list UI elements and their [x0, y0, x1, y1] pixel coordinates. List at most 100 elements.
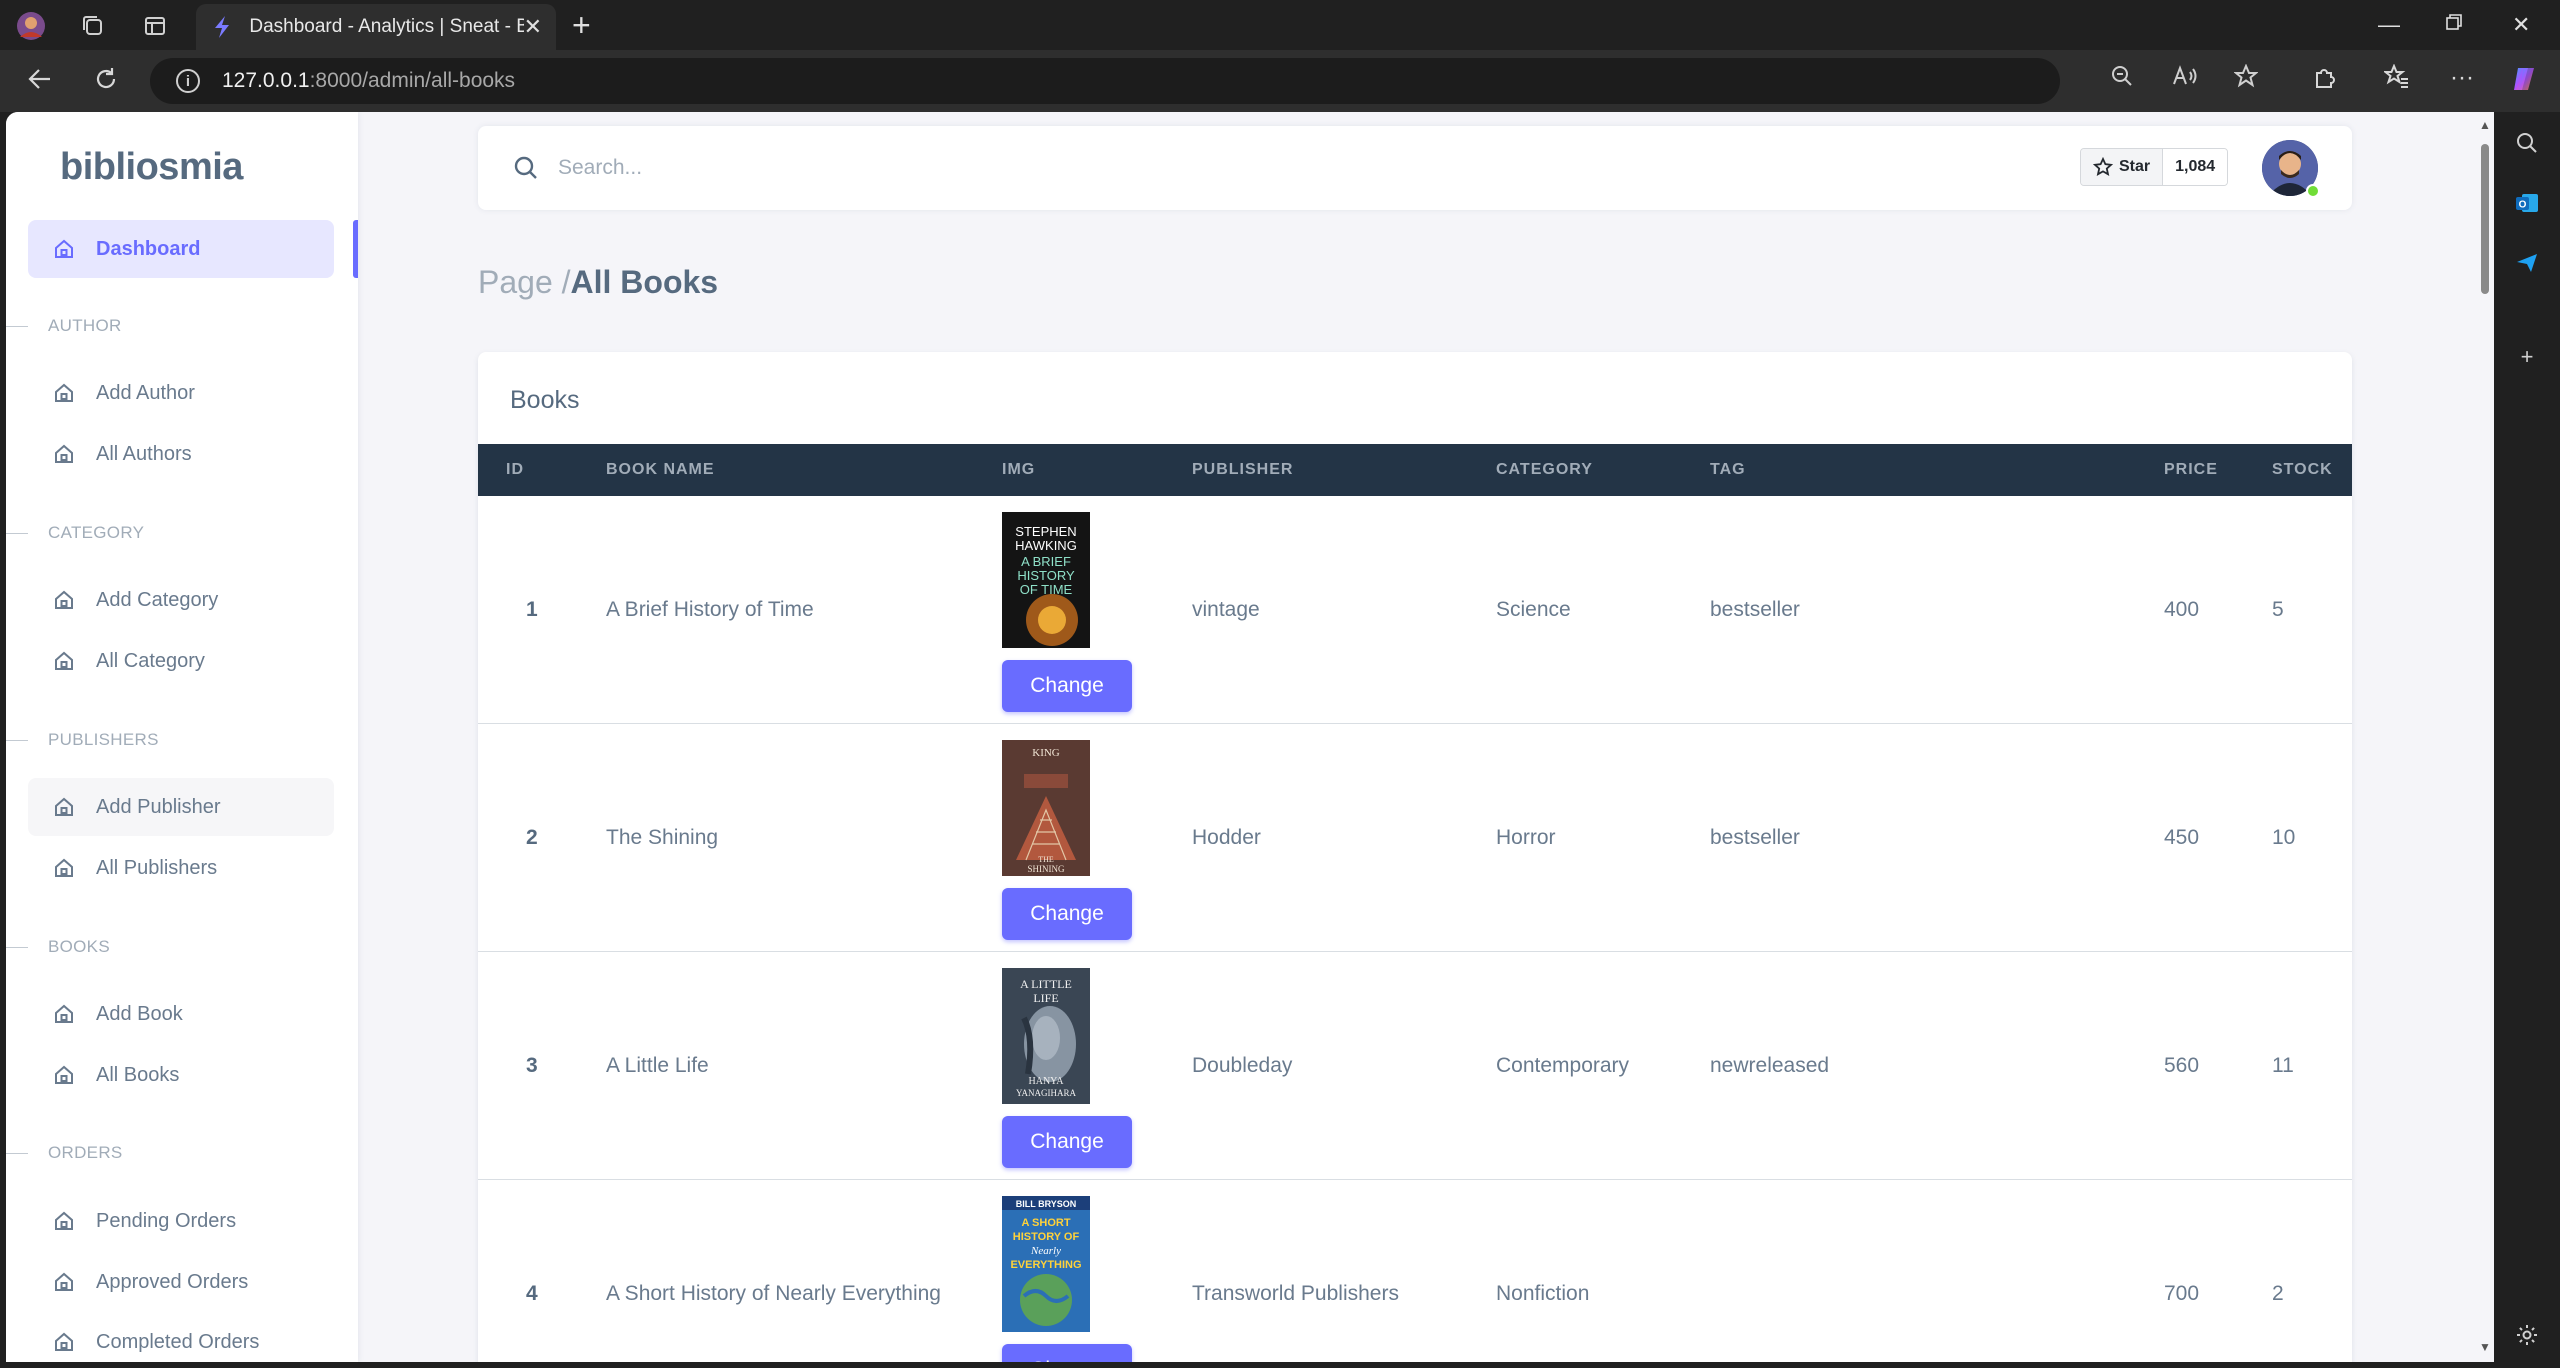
drop-icon[interactable] [2512, 248, 2542, 278]
vertical-tabs-icon[interactable] [140, 11, 170, 41]
sidebar-item-pending-orders[interactable]: Pending Orders [28, 1192, 334, 1250]
home-icon [52, 1330, 76, 1354]
refresh-icon[interactable] [92, 65, 120, 100]
home-icon [52, 856, 76, 880]
change-image-button[interactable]: Change [1002, 660, 1132, 712]
sidebar-item-dashboard[interactable]: Dashboard [28, 220, 334, 278]
cell-id: 1 [526, 598, 538, 621]
restore-icon[interactable] [2444, 12, 2464, 38]
cell-category: Nonfiction [1496, 1282, 1590, 1305]
brand-logo[interactable]: bibliosmia [60, 146, 243, 189]
favorite-star-icon[interactable] [2233, 63, 2259, 94]
star-icon [2093, 157, 2113, 176]
site-info-icon[interactable]: i [176, 69, 200, 93]
cell-book-name: The Shining [606, 826, 719, 849]
sidebar-item-label: Completed Orders [96, 1330, 260, 1353]
sidebar-item-approved-orders[interactable]: Approved Orders [28, 1253, 334, 1311]
scrollbar-thumb[interactable] [2481, 144, 2489, 294]
github-star-button[interactable]: Star 1,084 [2080, 148, 2229, 186]
cell-publisher: Hodder [1192, 826, 1261, 849]
cell-stock: 5 [2272, 598, 2284, 621]
favorites-icon[interactable] [2382, 63, 2410, 97]
sidebar-item-label: All Category [96, 649, 205, 672]
search-sidebar-icon[interactable] [2512, 128, 2542, 158]
new-tab-icon[interactable]: + [572, 9, 591, 41]
sidebar-item-all-publishers[interactable]: All Publishers [28, 839, 334, 897]
change-image-button[interactable]: Change [1002, 1344, 1132, 1362]
svg-text:SHINING: SHINING [1028, 864, 1065, 874]
address-bar[interactable]: i 127.0.0.1:8000/admin/all-books [150, 58, 2060, 104]
home-icon [52, 649, 76, 673]
cell-price: 400 [2164, 598, 2200, 621]
workspaces-icon[interactable] [78, 11, 108, 41]
sidebar-item-label: Add Publisher [96, 795, 221, 818]
minimize-icon[interactable]: — [2378, 12, 2400, 38]
sidebar-item-add-author[interactable]: Add Author [28, 364, 334, 422]
sidebar-settings-icon[interactable] [2512, 1320, 2542, 1350]
browser-tab-active[interactable]: Dashboard - Analytics | Sneat - Bo ✕ [196, 4, 556, 50]
book-cover-image: BILL BRYSON A SHORT HISTORY OF Nearly EV… [1002, 1196, 1090, 1332]
browser-titlebar: Dashboard - Analytics | Sneat - Bo ✕ + —… [0, 0, 2560, 50]
cell-stock: 10 [2272, 826, 2296, 849]
search-input[interactable] [558, 148, 1358, 188]
zoom-icon[interactable] [2110, 64, 2134, 94]
sidebar-item-label: Add Book [96, 1002, 183, 1025]
active-indicator [353, 220, 358, 278]
cell-price: 560 [2164, 1054, 2200, 1077]
sidebar-item-label: Dashboard [96, 237, 201, 260]
window-close-icon[interactable]: ✕ [2512, 12, 2530, 38]
github-star-label[interactable]: Star [2081, 149, 2164, 185]
section-category: CATEGORY [6, 523, 144, 543]
home-icon [52, 588, 76, 612]
sidebar-item-all-authors[interactable]: All Authors [28, 425, 334, 483]
page-viewport: bibliosmia Dashboard AUTHOR Add Author A… [6, 112, 2476, 1362]
svg-text:EVERYTHING: EVERYTHING [1010, 1259, 1081, 1271]
svg-text:BILL BRYSON: BILL BRYSON [1016, 1199, 1077, 1209]
sidebar-item-add-category[interactable]: Add Category [28, 571, 334, 629]
github-star-count[interactable]: 1,084 [2163, 149, 2228, 185]
cell-img: STEPHEN HAWKING A BRIEF HISTORY OF TIME … [1002, 512, 1132, 712]
top-navbar: Star 1,084 [478, 126, 2352, 210]
copilot-icon[interactable] [2510, 64, 2540, 101]
sidebar-item-add-book[interactable]: Add Book [28, 985, 334, 1043]
change-image-button[interactable]: Change [1002, 1116, 1132, 1168]
extensions-icon[interactable] [2312, 64, 2338, 97]
online-status-dot [2306, 184, 2320, 198]
table-row: 4 A Short History of Nearly Everything B… [478, 1180, 2352, 1362]
sneat-favicon-icon [210, 15, 233, 39]
url-host: 127.0.0.1 [222, 69, 310, 92]
cell-category: Contemporary [1496, 1054, 1630, 1077]
scroll-up-icon[interactable]: ▲ [2479, 118, 2491, 132]
cell-tag: bestseller [1710, 598, 1800, 621]
sidebar-item-add-publisher[interactable]: Add Publisher [28, 778, 334, 836]
svg-text:LIFE: LIFE [1033, 991, 1058, 1005]
tab-close-icon[interactable]: ✕ [524, 14, 542, 40]
url-text: 127.0.0.1:8000/admin/all-books [222, 69, 515, 93]
svg-text:THE: THE [1038, 855, 1054, 864]
cell-stock: 11 [2272, 1054, 2294, 1077]
book-cover-image: STEPHEN HAWKING A BRIEF HISTORY OF TIME [1002, 512, 1090, 648]
sidebar-item-label: Add Author [96, 381, 195, 404]
th-publisher: PUBLISHER [1192, 461, 1294, 478]
outlook-icon[interactable]: O [2512, 188, 2542, 218]
th-id: ID [506, 461, 524, 478]
table-header: ID BOOK NAME IMG PUBLISHER CATEGORY TAG … [478, 444, 2352, 496]
back-icon[interactable] [26, 65, 54, 100]
home-icon [52, 1063, 76, 1087]
sidebar-item-completed-orders[interactable]: Completed Orders [28, 1313, 334, 1362]
page-scrollbar[interactable]: ▲ ▼ [2476, 112, 2494, 1362]
cell-tag: newreleased [1710, 1054, 1830, 1077]
cell-img: A LITTLE LIFE HANYA YANAGIHARA Change [1002, 968, 1132, 1168]
more-menu-icon[interactable]: ··· [2450, 64, 2474, 92]
scroll-down-icon[interactable]: ▼ [2479, 1340, 2491, 1354]
cell-category: Science [1496, 598, 1571, 621]
profile-avatar-icon[interactable] [16, 11, 46, 41]
sidebar-item-all-books[interactable]: All Books [28, 1046, 334, 1104]
svg-text:YANAGIHARA: YANAGIHARA [1016, 1088, 1076, 1098]
change-image-button[interactable]: Change [1002, 888, 1132, 940]
sidebar-item-all-category[interactable]: All Category [28, 632, 334, 690]
search-icon [512, 154, 540, 182]
add-sidebar-icon[interactable]: + [2512, 342, 2542, 372]
cell-publisher: vintage [1192, 598, 1260, 621]
read-aloud-icon[interactable] [2172, 64, 2198, 94]
